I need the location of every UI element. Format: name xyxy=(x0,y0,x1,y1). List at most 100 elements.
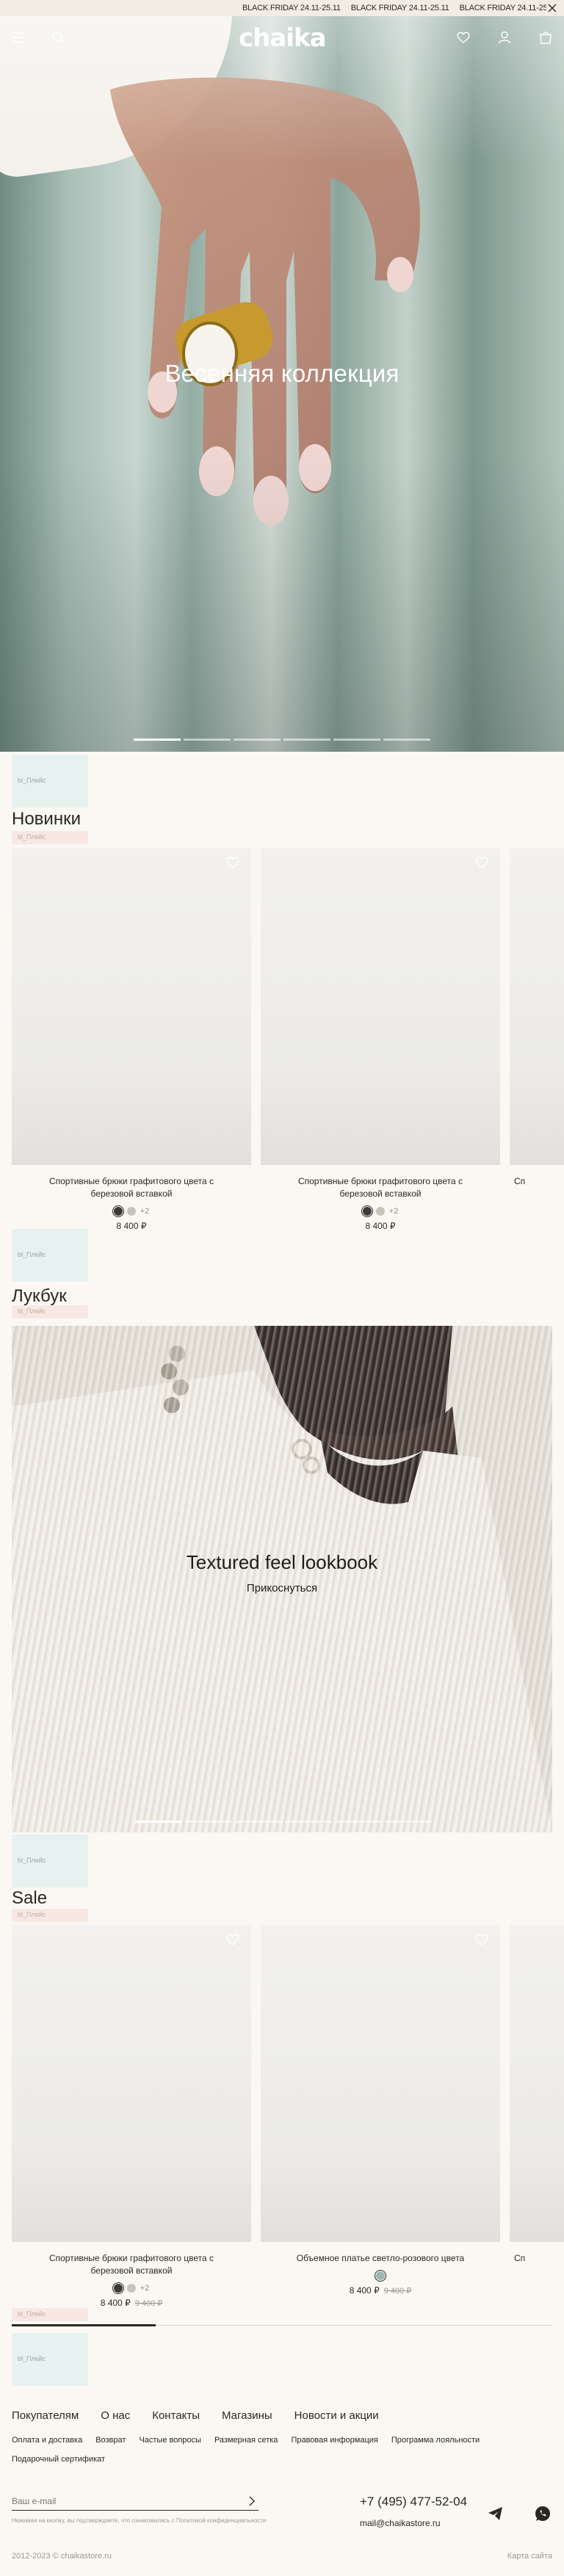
hero-slide-dot[interactable] xyxy=(234,739,281,741)
placeholder-strip: bl_Плейс xyxy=(12,1909,88,1922)
product-image[interactable] xyxy=(12,848,251,1165)
sitemap-link[interactable]: Карта сайта xyxy=(507,2552,552,2561)
product-image[interactable] xyxy=(510,848,564,1165)
product-name[interactable]: Спортивные брюки графитового цвета с бер… xyxy=(12,2252,251,2277)
menu-icon[interactable] xyxy=(10,29,26,46)
heart-icon[interactable] xyxy=(475,1934,490,1948)
color-swatch[interactable] xyxy=(362,1207,372,1216)
lookbook-slider-dots xyxy=(135,1821,432,1823)
announcement-ticker[interactable]: BLACK FRIDAY 24.11-25.11 BLACK FRIDAY 24… xyxy=(242,0,558,16)
placeholder-strip: bl_Плейс xyxy=(12,831,88,844)
price-old: 9 400 ₽ xyxy=(383,2287,412,2296)
contact-phone[interactable]: +7 (495) 477-52-04 xyxy=(360,2495,467,2509)
footer-link[interactable]: Оплата и доставка xyxy=(12,2436,82,2445)
hero-slide-dot[interactable] xyxy=(283,739,330,741)
email-field[interactable] xyxy=(12,2493,232,2509)
price-old: 9 400 ₽ xyxy=(134,2299,163,2308)
hero-slide-dot[interactable] xyxy=(383,739,430,741)
product-name[interactable]: Спортивные брюки графитового цвета с бер… xyxy=(12,1175,251,1200)
heart-icon[interactable] xyxy=(226,1934,241,1948)
announcement-text: BLACK FRIDAY 24.11-25.11 xyxy=(459,4,558,12)
footer-link[interactable]: Частые вопросы xyxy=(139,2436,201,2445)
product-name[interactable]: Объемное платье светло-розового цвета xyxy=(261,2252,500,2265)
lookbook-slide-dot[interactable] xyxy=(335,1821,382,1823)
price-current: 8 400 ₽ xyxy=(100,2298,131,2308)
site-header: chaika xyxy=(0,16,564,59)
close-icon[interactable] xyxy=(546,2,558,14)
hero-title[interactable]: Весенняя коллекция xyxy=(0,360,564,388)
footer-link[interactable]: Подарочный сертификат xyxy=(12,2455,105,2464)
footer-links: Оплата и доставка Возврат Частые вопросы… xyxy=(12,2436,480,2445)
footer-link[interactable]: Возврат xyxy=(95,2436,126,2445)
consent-text: Нажимая на кнопку, вы подтверждаете, что… xyxy=(12,2517,267,2524)
site-logo[interactable]: chaika xyxy=(239,23,327,53)
hero-slide-dot[interactable] xyxy=(333,739,380,741)
footer-nav-item[interactable]: Контакты xyxy=(152,2409,200,2422)
color-swatch[interactable] xyxy=(113,2284,123,2293)
lookbook-link[interactable]: Прикоснуться xyxy=(12,1582,552,1594)
product-card[interactable]: Спортивные брюки графитового цвета с бер… xyxy=(261,848,500,1231)
color-swatches xyxy=(261,2271,500,2281)
footer-nav-item[interactable]: Покупателям xyxy=(12,2409,79,2422)
lookbook-slide-dot[interactable] xyxy=(385,1821,432,1823)
footer-link[interactable]: Программа лояльности xyxy=(391,2436,480,2445)
user-icon[interactable] xyxy=(496,29,513,46)
product-image[interactable] xyxy=(510,1925,564,2242)
hero-slide-dot[interactable] xyxy=(134,739,181,741)
placeholder-block: bl_Плейс xyxy=(12,2333,88,2386)
product-card[interactable]: Объемное платье светло-розового цвета 8 … xyxy=(261,1925,500,2296)
more-colors: +2 xyxy=(388,1207,399,1216)
price-current: 8 400 ₽ xyxy=(365,1221,396,1231)
product-name[interactable]: Сп xyxy=(510,2252,564,2265)
color-swatches: +2 xyxy=(261,1206,500,1216)
lookbook-slide-dot[interactable] xyxy=(135,1821,182,1823)
lookbook-slide-dot[interactable] xyxy=(185,1821,232,1823)
placeholder-block: bl_Плейс xyxy=(12,1229,88,1282)
cart-icon[interactable] xyxy=(538,29,554,46)
placeholder-block: bl_Плейс xyxy=(12,1835,88,1887)
lookbook-banner[interactable]: Textured feel lookbook Прикоснуться xyxy=(12,1326,552,1832)
product-card[interactable]: Спортивные брюки графитового цвета с бер… xyxy=(12,1925,251,2308)
lookbook-slide-dot[interactable] xyxy=(285,1821,332,1823)
color-swatches: +2 xyxy=(12,2283,251,2293)
telegram-icon[interactable] xyxy=(487,2505,506,2524)
color-swatch[interactable] xyxy=(126,2284,136,2293)
heart-icon[interactable] xyxy=(226,857,241,871)
product-card[interactable]: Спортивные брюки графитового цвета с бер… xyxy=(12,848,251,1231)
hero-banner[interactable]: Весенняя коллекция xyxy=(0,16,564,752)
footer-link[interactable]: Правовая информация xyxy=(291,2436,377,2445)
placeholder-block: bl_Плейс xyxy=(12,755,88,808)
whatsapp-icon[interactable] xyxy=(534,2505,553,2524)
footer-nav-item[interactable]: О нас xyxy=(101,2409,130,2422)
lookbook-title: Textured feel lookbook xyxy=(186,1551,378,1573)
announcement-text: BLACK FRIDAY 24.11-25.11 xyxy=(350,4,449,12)
color-swatch[interactable] xyxy=(126,1207,136,1216)
product-image[interactable] xyxy=(261,848,500,1165)
product-image[interactable] xyxy=(261,1925,500,2242)
footer-nav: Покупателям О нас Контакты Магазины Ново… xyxy=(12,2409,379,2422)
chevron-right-icon[interactable] xyxy=(247,2496,257,2506)
heart-icon[interactable] xyxy=(455,29,471,46)
product-card[interactable]: Сп xyxy=(510,1925,564,2265)
heart-icon[interactable] xyxy=(475,857,490,871)
product-image[interactable] xyxy=(12,1925,251,2242)
footer-nav-item[interactable]: Новости и акции xyxy=(294,2409,379,2422)
product-price: 8 400 ₽9 400 ₽ xyxy=(261,2285,500,2296)
contact-email[interactable]: mail@chaikastore.ru xyxy=(360,2518,441,2528)
color-swatch[interactable] xyxy=(113,1207,123,1216)
copyright: 2012-2023 © chaikastore.ru xyxy=(12,2552,112,2561)
color-swatch[interactable] xyxy=(375,1207,385,1216)
lookbook-slide-dot[interactable] xyxy=(235,1821,282,1823)
placeholder-strip: bl_Плейс xyxy=(12,1305,88,1318)
price-current: 8 400 ₽ xyxy=(349,2285,380,2296)
product-name[interactable]: Спортивные брюки графитового цвета с бер… xyxy=(261,1175,500,1200)
product-name[interactable]: Сп xyxy=(510,1175,564,1188)
sale-scroll-progress[interactable] xyxy=(12,2324,552,2326)
hero-slide-dot[interactable] xyxy=(184,739,231,741)
color-swatch[interactable] xyxy=(376,2271,385,2280)
search-icon[interactable] xyxy=(50,29,66,46)
announcement-text: BLACK FRIDAY 24.11-25.11 xyxy=(242,4,341,12)
footer-link[interactable]: Размерная сетка xyxy=(214,2436,278,2445)
product-card[interactable]: Сп xyxy=(510,848,564,1188)
footer-nav-item[interactable]: Магазины xyxy=(222,2409,272,2422)
